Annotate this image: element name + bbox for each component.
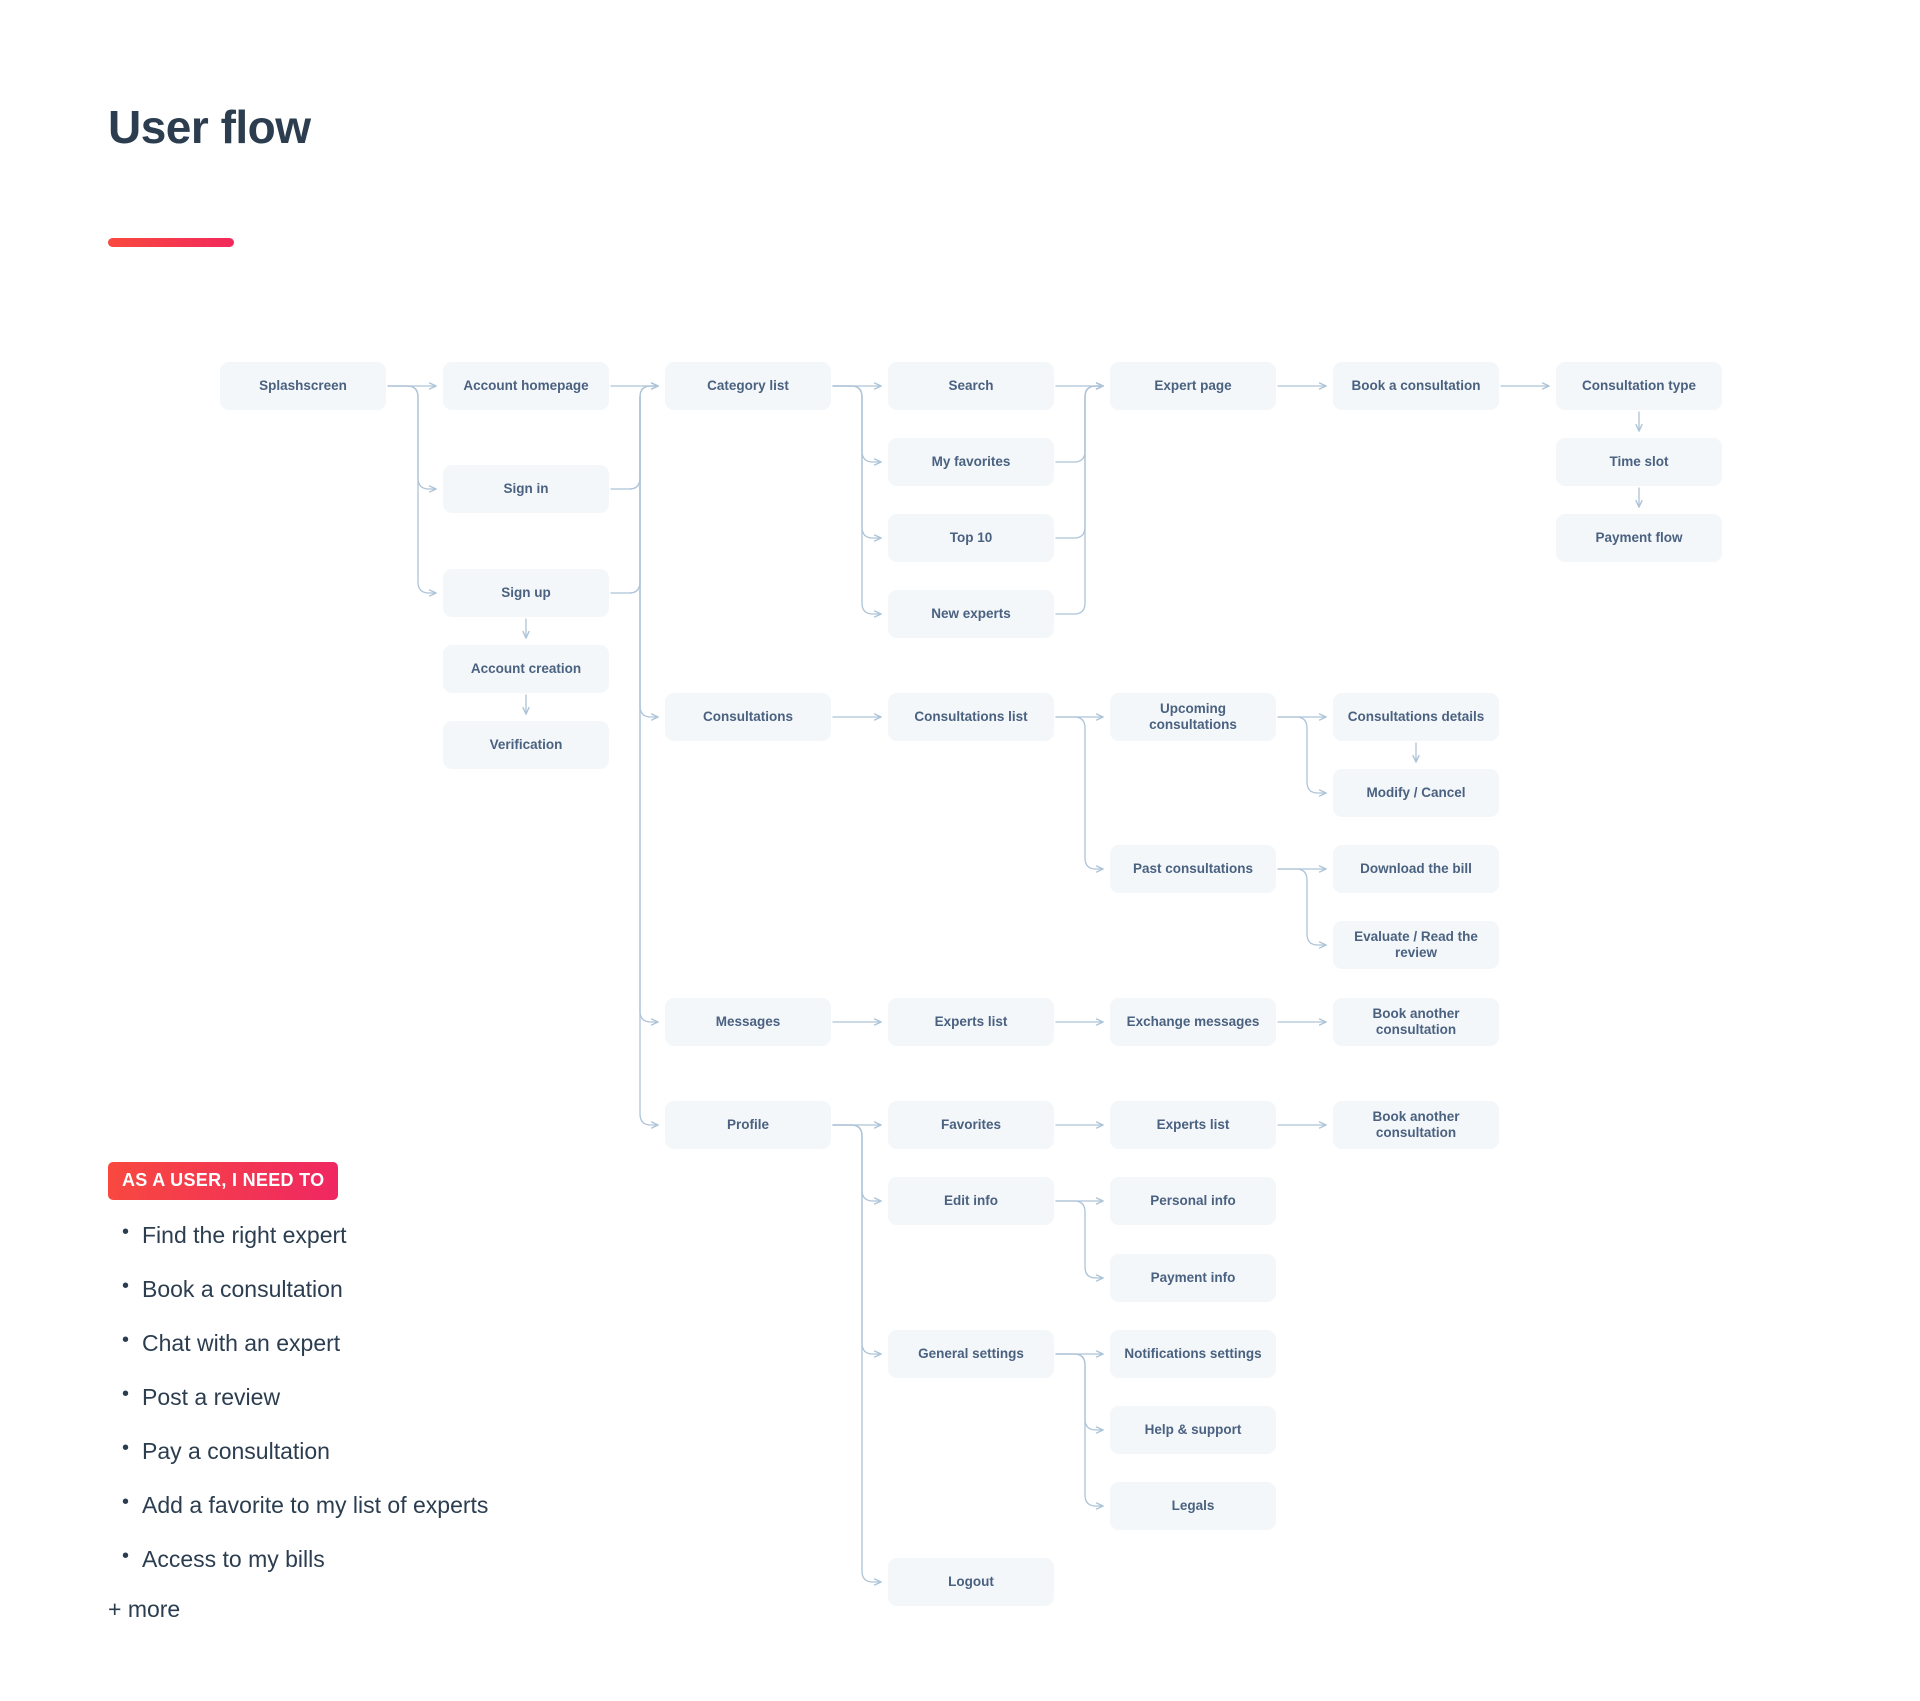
flow-node-logout[interactable]: Logout <box>888 1558 1054 1606</box>
flow-node-consultations[interactable]: Consultations <box>665 693 831 741</box>
user-need-item: Add a favorite to my list of experts <box>108 1491 628 1519</box>
flow-node-upcoming-consultations[interactable]: Upcoming consultations <box>1110 693 1276 741</box>
flow-node-experts-list-profile[interactable]: Experts list <box>1110 1101 1276 1149</box>
flow-node-consultations-list[interactable]: Consultations list <box>888 693 1054 741</box>
flow-node-book-another-profile[interactable]: Book another consultation <box>1333 1101 1499 1149</box>
flow-node-book-another-messages[interactable]: Book another consultation <box>1333 998 1499 1046</box>
user-need-item: Access to my bills <box>108 1545 628 1573</box>
flow-node-legals[interactable]: Legals <box>1110 1482 1276 1530</box>
flow-node-payment-flow[interactable]: Payment flow <box>1556 514 1722 562</box>
flow-node-messages[interactable]: Messages <box>665 998 831 1046</box>
user-need-item: Post a review <box>108 1383 628 1411</box>
user-needs-panel: AS A USER, I NEED TO Find the right expe… <box>108 1162 628 1623</box>
flow-node-account-homepage[interactable]: Account homepage <box>443 362 609 410</box>
flow-node-personal-info[interactable]: Personal info <box>1110 1177 1276 1225</box>
flow-node-exchange-messages[interactable]: Exchange messages <box>1110 998 1276 1046</box>
user-needs-badge: AS A USER, I NEED TO <box>108 1162 339 1200</box>
title-accent-rule <box>108 238 234 247</box>
flow-node-category-list[interactable]: Category list <box>665 362 831 410</box>
flow-node-notifications-settings[interactable]: Notifications settings <box>1110 1330 1276 1378</box>
flow-node-experts-list-messages[interactable]: Experts list <box>888 998 1054 1046</box>
flow-node-top-10[interactable]: Top 10 <box>888 514 1054 562</box>
flow-node-favorites[interactable]: Favorites <box>888 1101 1054 1149</box>
flow-node-help-support[interactable]: Help & support <box>1110 1406 1276 1454</box>
flow-node-sign-in[interactable]: Sign in <box>443 465 609 513</box>
flow-node-edit-info[interactable]: Edit info <box>888 1177 1054 1225</box>
user-needs-list: Find the right expert Book a consultation… <box>108 1221 628 1573</box>
page-title: User flow <box>108 101 311 153</box>
user-need-item: Find the right expert <box>108 1221 628 1249</box>
flow-node-download-the-bill[interactable]: Download the bill <box>1333 845 1499 893</box>
flow-node-verification[interactable]: Verification <box>443 721 609 769</box>
flow-node-profile[interactable]: Profile <box>665 1101 831 1149</box>
flow-node-past-consultations[interactable]: Past consultations <box>1110 845 1276 893</box>
flow-node-consultations-details[interactable]: Consultations details <box>1333 693 1499 741</box>
user-need-item: Pay a consultation <box>108 1437 628 1465</box>
flow-node-splashscreen[interactable]: Splashscreen <box>220 362 386 410</box>
flow-node-general-settings[interactable]: General settings <box>888 1330 1054 1378</box>
flow-node-sign-up[interactable]: Sign up <box>443 569 609 617</box>
user-need-item: Book a consultation <box>108 1275 628 1303</box>
flow-node-expert-page[interactable]: Expert page <box>1110 362 1276 410</box>
flow-node-consultation-type[interactable]: Consultation type <box>1556 362 1722 410</box>
flow-node-new-experts[interactable]: New experts <box>888 590 1054 638</box>
flow-node-time-slot[interactable]: Time slot <box>1556 438 1722 486</box>
user-needs-more: + more <box>108 1596 181 1622</box>
flow-node-my-favorites[interactable]: My favorites <box>888 438 1054 486</box>
flow-node-modify-cancel[interactable]: Modify / Cancel <box>1333 769 1499 817</box>
flow-node-payment-info[interactable]: Payment info <box>1110 1254 1276 1302</box>
flow-node-account-creation[interactable]: Account creation <box>443 645 609 693</box>
user-need-item: Chat with an expert <box>108 1329 628 1357</box>
flow-node-evaluate-read-review[interactable]: Evaluate / Read the review <box>1333 921 1499 969</box>
flow-node-book-a-consultation[interactable]: Book a consultation <box>1333 362 1499 410</box>
flow-node-search[interactable]: Search <box>888 362 1054 410</box>
